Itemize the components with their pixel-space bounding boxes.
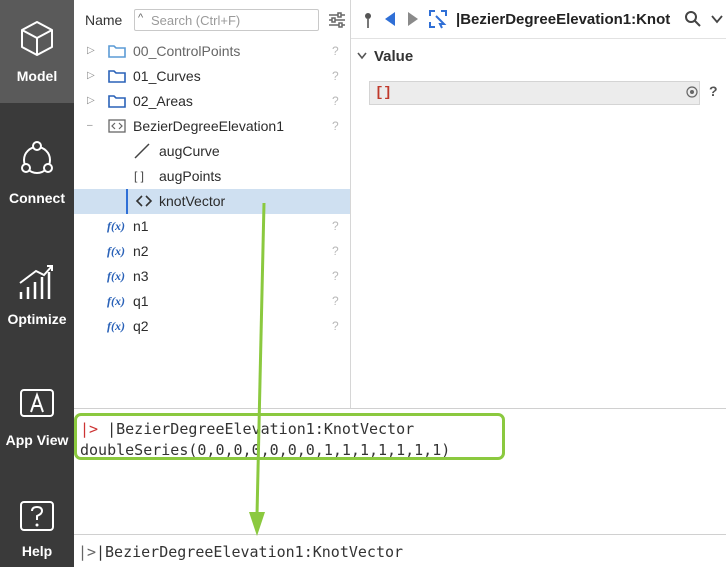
function-icon: f(x) <box>107 244 125 258</box>
console-input-bar: |> <box>74 534 726 569</box>
help-icon[interactable]: ? <box>332 119 339 133</box>
help-icon[interactable]: ? <box>332 244 339 258</box>
help-icon[interactable]: ? <box>332 294 339 308</box>
rail-model-label: Model <box>16 68 58 84</box>
tree-row-n3[interactable]: f(x) n3 ? <box>74 264 350 289</box>
property-title: |BezierDegreeElevation1:Knot <box>456 11 671 28</box>
tree-row-01-curves[interactable]: ▷ 01_Curves ? <box>74 64 350 89</box>
forward-arrow-icon[interactable] <box>406 11 420 27</box>
rail-app-view-label: App View <box>5 432 69 448</box>
property-panel: |BezierDegreeElevation1:Knot Value [] ? <box>351 0 726 408</box>
tree-row-q1[interactable]: f(x) q1 ? <box>74 289 350 314</box>
value-field[interactable]: [] <box>369 81 700 105</box>
rail-connect-button[interactable]: Connect <box>0 124 74 227</box>
tree-row-label: 00_ControlPoints <box>133 43 241 59</box>
expand-arrow-icon[interactable]: ▷ <box>87 70 95 81</box>
rail-help-label: Help <box>21 543 53 559</box>
folder-icon <box>108 70 126 83</box>
side-rail: Model Connect Optimize App View Help <box>0 0 78 567</box>
folder-icon <box>108 95 126 108</box>
tree-header: Name ^ <box>74 0 350 38</box>
rail-help-button[interactable]: Help <box>0 475 74 578</box>
help-icon[interactable]: ? <box>332 319 339 333</box>
tree-row-augpoints[interactable]: [ ] augPoints <box>74 164 350 189</box>
tree-row-label: n1 <box>133 218 149 234</box>
value-section-label: Value <box>374 48 414 65</box>
input-prompt: |> <box>78 543 97 561</box>
help-icon[interactable]: ? <box>332 94 339 108</box>
tree-row-label: knotVector <box>159 193 226 209</box>
cube-icon <box>21 21 53 56</box>
rail-model-button[interactable]: Model <box>0 0 74 103</box>
help-icon[interactable]: ? <box>332 269 339 283</box>
tree-row-label: q2 <box>133 318 149 334</box>
search-caret-icon[interactable]: ^ <box>138 12 143 24</box>
collapse-icon[interactable]: – <box>87 120 93 131</box>
tree-row-augcurve[interactable]: augCurve <box>74 139 350 164</box>
tree-row-n1[interactable]: f(x) n1 ? <box>74 214 350 239</box>
tree-row-bezierdegreeelevation1[interactable]: – BezierDegreeElevation1 ? <box>74 114 350 139</box>
folder-icon <box>108 45 126 58</box>
output-prompt: |> <box>80 420 99 438</box>
tree-row-label: n2 <box>133 243 149 259</box>
function-icon: f(x) <box>107 219 125 233</box>
console-output-line: |> |BezierDegreeElevation1:KnotVector <box>80 420 414 438</box>
connect-icon <box>21 141 53 174</box>
selection-marker <box>126 189 128 214</box>
property-toolbar: |BezierDegreeElevation1:Knot <box>351 0 726 39</box>
component-icon <box>108 119 126 133</box>
tree-row-label: 01_Curves <box>133 68 201 84</box>
tree-row-n2[interactable]: f(x) n2 ? <box>74 239 350 264</box>
tree-row-label: BezierDegreeElevation1 <box>133 118 284 134</box>
target-icon[interactable] <box>686 86 698 98</box>
pin-icon[interactable] <box>361 11 375 29</box>
output-command: |BezierDegreeElevation1:KnotVector <box>98 420 415 438</box>
tree-row-label: q1 <box>133 293 149 309</box>
function-icon: f(x) <box>107 319 125 333</box>
filter-settings-icon[interactable] <box>328 11 346 29</box>
locate-icon[interactable] <box>428 9 448 29</box>
app-view-icon <box>20 389 54 417</box>
value-text: [] <box>375 85 392 101</box>
value-section: Value [] <box>351 40 726 105</box>
code-icon <box>135 195 153 207</box>
help-icon[interactable]: ? <box>332 69 339 83</box>
array-icon: [ ] <box>134 169 145 183</box>
tree-row-00-controlpoints[interactable]: ▷ 00_ControlPoints ? <box>74 39 350 64</box>
search-input[interactable] <box>151 11 311 29</box>
line-icon <box>134 143 150 159</box>
rail-optimize-button[interactable]: Optimize <box>0 245 74 348</box>
tree-row-q2[interactable]: f(x) q2 ? <box>74 314 350 339</box>
tree-row-label: 02_Areas <box>133 93 193 109</box>
rail-connect-label: Connect <box>9 190 65 206</box>
back-arrow-icon[interactable] <box>383 11 397 27</box>
expand-arrow-icon[interactable]: ▷ <box>87 95 95 106</box>
help-icon <box>20 501 54 531</box>
console-panel: |> |BezierDegreeElevation1:KnotVector do… <box>74 408 726 569</box>
tree-row-knotvector[interactable]: knotVector <box>74 189 350 214</box>
console-output-result: doubleSeries(0,0,0,0,0,0,0,1,1,1,1,1,1,1… <box>80 441 451 459</box>
chevron-down-icon[interactable] <box>709 12 725 26</box>
rail-app-view-button[interactable]: App View <box>0 370 74 473</box>
value-help-icon[interactable]: ? <box>709 83 718 99</box>
chart-icon <box>19 265 53 299</box>
search-box: ^ <box>134 9 319 31</box>
function-icon: f(x) <box>107 269 125 283</box>
search-icon[interactable] <box>684 10 702 28</box>
function-icon: f(x) <box>107 294 125 308</box>
tree-row-label: augPoints <box>159 168 222 184</box>
section-chevron-icon[interactable] <box>356 51 368 61</box>
console-input[interactable] <box>96 540 716 564</box>
help-icon[interactable]: ? <box>332 219 339 233</box>
help-icon[interactable]: ? <box>332 44 339 58</box>
expand-arrow-icon[interactable]: ▷ <box>87 45 95 56</box>
tree-row-label: augCurve <box>159 143 220 159</box>
rail-optimize-label: Optimize <box>7 311 67 327</box>
name-column-label: Name <box>85 12 123 28</box>
model-tree-panel: Name ^ ▷ 00_ControlPoints ? ▷ 01_Curves … <box>74 0 351 408</box>
tree-row-label: n3 <box>133 268 149 284</box>
tree-row-02-areas[interactable]: ▷ 02_Areas ? <box>74 89 350 114</box>
